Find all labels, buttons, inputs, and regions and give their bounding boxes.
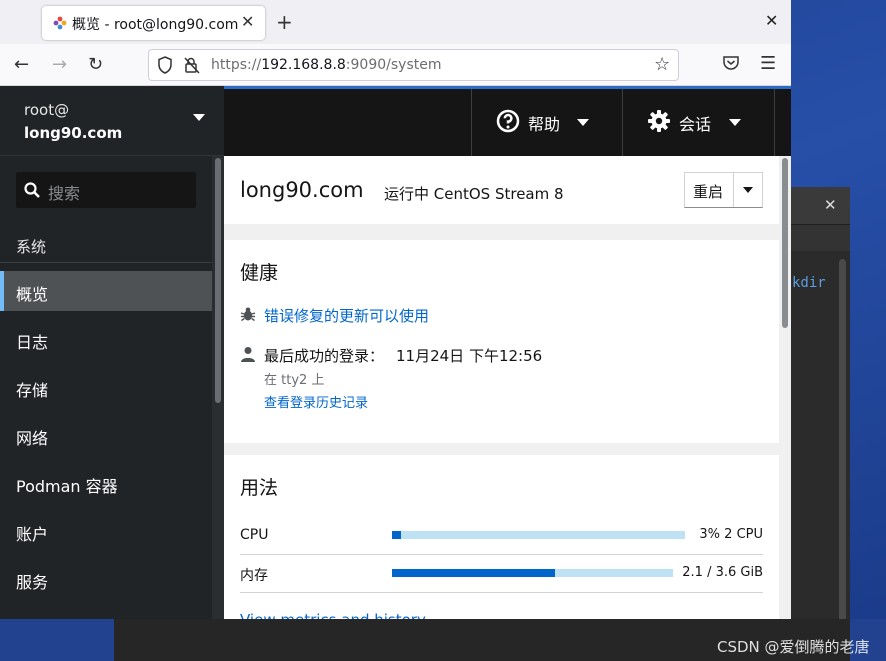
terminal-titlebar[interactable]: ✕ xyxy=(790,187,850,225)
sidebar-item-accounts[interactable]: 账户 xyxy=(0,511,212,551)
nav-divider xyxy=(0,262,212,263)
usage-value: 2.1 / 3.6 GiB xyxy=(682,565,763,580)
usage-label: CPU xyxy=(240,527,269,543)
sidebar-item-label: 概览 xyxy=(16,285,49,304)
sidebar-item-networking[interactable]: 网络 xyxy=(0,415,212,455)
sidebar-item-services[interactable]: 服务 xyxy=(0,559,212,599)
terminal-window[interactable]: ✕ kdir xyxy=(790,187,850,657)
sidebar-item-label: 服务 xyxy=(16,573,49,592)
nav-group-label: 系统 xyxy=(16,238,47,256)
sidebar-item-storage[interactable]: 存储 xyxy=(0,367,212,407)
window-close-icon[interactable]: ✕ xyxy=(765,11,778,30)
browser-window: 概览 - root@long90.com ✕ + ✕ ← → ↻ https:/… xyxy=(0,0,791,619)
tab-bar: 概览 - root@long90.com ✕ + ✕ xyxy=(0,0,791,44)
tab-close-icon[interactable]: ✕ xyxy=(241,12,254,31)
terminal-tabstrip xyxy=(790,225,850,251)
usage-row-cpu: CPU 3% 2 CPU xyxy=(240,517,763,555)
pocket-icon[interactable] xyxy=(722,54,740,72)
help-button[interactable]: 帮助 xyxy=(471,89,622,156)
gear-icon xyxy=(648,110,670,132)
login-history-link[interactable]: 查看登录历史记录 xyxy=(264,392,368,411)
host-caret-down-icon[interactable] xyxy=(193,114,205,121)
metrics-history-link[interactable]: View metrics and history xyxy=(240,611,426,619)
terminal-scrollbar[interactable] xyxy=(839,259,846,649)
url-scheme: https:// xyxy=(211,57,262,73)
usage-value: 3% 2 CPU xyxy=(699,527,763,542)
host-switcher[interactable]: root@ long90.com xyxy=(0,86,224,156)
new-tab-icon[interactable]: + xyxy=(276,10,293,34)
main-content: long90.com 运行中 CentOS Stream 8 重启 健康 错误修… xyxy=(224,156,779,619)
usage-label: 内存 xyxy=(240,568,268,584)
terminal-text: kdir xyxy=(792,275,826,291)
sidebar-item-overview[interactable]: 概览 xyxy=(0,271,212,311)
sidebar-item-label: 日志 xyxy=(16,333,49,352)
sidebar-item-label: Podman 容器 xyxy=(16,477,118,496)
memory-progress-bar xyxy=(392,569,673,577)
last-login-value: 11月24日 下午12:56 xyxy=(396,347,543,365)
sidebar: 搜索 系统 概览 日志 存储 网络 Podman 容器 账户 服务 xyxy=(0,156,212,619)
navigation-bar: ← → ↻ https://192.168.8.8:9090/system ☆ … xyxy=(0,44,791,86)
login-location: 在 tty2 上 xyxy=(264,373,325,388)
help-label: 帮助 xyxy=(528,115,561,134)
usage-card: 用法 CPU 3% 2 CPU 内存 2.1 / 3.6 GiB View me… xyxy=(224,455,779,619)
help-caret-down-icon xyxy=(577,119,589,126)
sidebar-item-label: 网络 xyxy=(16,429,49,448)
restart-label: 重启 xyxy=(693,183,724,201)
usage-row-memory: 内存 2.1 / 3.6 GiB xyxy=(240,555,763,593)
cpu-progress-bar xyxy=(392,531,685,539)
browser-tab[interactable]: 概览 - root@long90.com ✕ xyxy=(42,6,265,40)
tab-title: 概览 - root@long90.com xyxy=(72,17,239,33)
updates-link[interactable]: 错误修复的更新可以使用 xyxy=(264,305,429,326)
cockpit-favicon-icon xyxy=(53,16,67,30)
page-title: long90.com xyxy=(240,178,364,202)
cpu-progress-fill xyxy=(392,531,401,539)
user-icon xyxy=(241,347,255,362)
hamburger-menu-icon[interactable]: ☰ xyxy=(760,53,776,74)
url-text[interactable]: https://192.168.8.8:9090/system xyxy=(211,57,441,73)
forward-arrow-icon[interactable]: → xyxy=(52,54,67,75)
sidebar-item-label: 存储 xyxy=(16,381,49,400)
cockpit-app: root@ long90.com 帮助 会话 搜索 系统 概览 日志 存储 网络… xyxy=(0,86,791,619)
search-input[interactable]: 搜索 xyxy=(16,172,196,208)
host-name: long90.com xyxy=(24,124,123,142)
sidebar-item-podman[interactable]: Podman 容器 xyxy=(0,463,212,503)
usage-title: 用法 xyxy=(240,477,279,499)
url-host: 192.168.8.8 xyxy=(261,57,346,73)
url-path: :9090/system xyxy=(345,57,442,73)
bug-icon xyxy=(240,307,256,322)
help-icon xyxy=(496,109,520,133)
restart-caret-down-icon[interactable] xyxy=(743,187,753,193)
session-label: 会话 xyxy=(679,115,712,134)
restart-divider xyxy=(733,173,734,207)
memory-progress-fill xyxy=(392,569,555,577)
main-scrollbar[interactable] xyxy=(779,156,791,619)
session-button[interactable]: 会话 xyxy=(622,89,775,156)
watermark: CSDN @爱倒腾的老唐 xyxy=(717,638,870,656)
bookmark-star-icon[interactable]: ☆ xyxy=(654,54,670,75)
health-card: 健康 错误修复的更新可以使用 最后成功的登录： 11月24日 下午12:56 在… xyxy=(224,240,779,443)
top-bar: 帮助 会话 xyxy=(224,89,791,156)
url-bar[interactable]: https://192.168.8.8:9090/system ☆ xyxy=(148,49,679,81)
sidebar-scroll-thumb[interactable] xyxy=(215,158,221,403)
search-icon xyxy=(24,182,40,198)
last-login-label: 最后成功的登录： xyxy=(264,347,385,365)
back-arrow-icon[interactable]: ← xyxy=(14,54,29,75)
search-placeholder: 搜索 xyxy=(48,184,81,203)
main-scroll-thumb[interactable] xyxy=(782,158,788,328)
session-caret-down-icon xyxy=(729,119,741,126)
os-status: 运行中 CentOS Stream 8 xyxy=(384,185,564,203)
health-title: 健康 xyxy=(240,262,279,284)
page-header: long90.com 运行中 CentOS Stream 8 重启 xyxy=(224,156,779,224)
reload-icon[interactable]: ↻ xyxy=(88,54,103,75)
shield-icon[interactable] xyxy=(157,56,173,74)
host-user: root@ xyxy=(24,101,70,119)
restart-button[interactable]: 重启 xyxy=(684,172,763,208)
terminal-close-icon[interactable]: ✕ xyxy=(824,196,837,214)
sidebar-scrollbar[interactable] xyxy=(212,156,224,619)
sidebar-item-label: 账户 xyxy=(16,525,49,544)
lock-warning-icon[interactable] xyxy=(183,56,201,74)
sidebar-item-logs[interactable]: 日志 xyxy=(0,319,212,359)
